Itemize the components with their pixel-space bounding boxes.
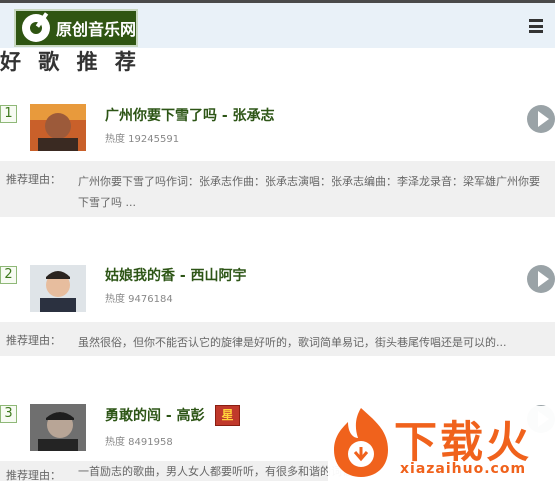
reason-label-2: 推荐理由： <box>6 334 61 347</box>
song-thumbnail-1[interactable] <box>30 104 86 151</box>
watermark-logo: 下载火 xiazaihuo.com <box>328 406 555 481</box>
top-bar: 原创音乐网 <box>0 0 555 48</box>
reason-text-1: 广州你要下雪了吗作词：张承志作曲：张承志演唱：张承志编曲：李泽龙录音：梁军雄广州… <box>78 175 540 209</box>
section-title: 好 歌 推 荐 <box>0 50 141 74</box>
reason-text-2: 虽然很俗，但你不能否认它的旋律是好听的，歌词简单易记，街头巷尾传唱还是可以的..… <box>78 336 507 349</box>
play-button-1[interactable] <box>527 105 555 133</box>
logo-text: 原创音乐网 <box>55 20 136 39</box>
song-thumbnail-3[interactable] <box>30 404 86 451</box>
menu-icon[interactable] <box>529 19 543 33</box>
song-heat-2: 热度 9476184 <box>105 294 173 305</box>
reason-label-1: 推荐理由： <box>6 173 61 186</box>
reason-box-2: 推荐理由： 虽然很俗，但你不能否认它的旋律是好听的，歌词简单易记，街头巷尾传唱还… <box>0 322 555 356</box>
play-button-2[interactable] <box>527 265 555 293</box>
rank-badge-3: 3 <box>0 405 17 423</box>
music-disc-icon <box>22 14 50 42</box>
song-title-2[interactable]: 姑娘我的香 - 西山阿宇 <box>105 265 247 285</box>
song-title-1[interactable]: 广州你要下雪了吗 - 张承志 <box>105 105 275 125</box>
rank-badge-1: 1 <box>0 105 17 123</box>
star-badge: 星 <box>215 405 240 426</box>
song-thumbnail-2[interactable] <box>30 265 86 312</box>
song-title-3[interactable]: 勇敢的闯 - 高彭 <box>105 405 205 425</box>
flame-icon <box>334 408 388 477</box>
site-logo[interactable]: 原创音乐网 <box>14 9 138 47</box>
watermark-url: xiazaihuo.com <box>400 461 527 477</box>
reason-label-3: 推荐理由： <box>6 469 61 481</box>
reason-box-1: 推荐理由： 广州你要下雪了吗作词：张承志作曲：张承志演唱：张承志编曲：李泽龙录音… <box>0 161 555 217</box>
song-heat-1: 热度 19245591 <box>105 134 180 145</box>
rank-badge-2: 2 <box>0 266 17 284</box>
song-heat-3: 热度 8491958 <box>105 437 173 448</box>
